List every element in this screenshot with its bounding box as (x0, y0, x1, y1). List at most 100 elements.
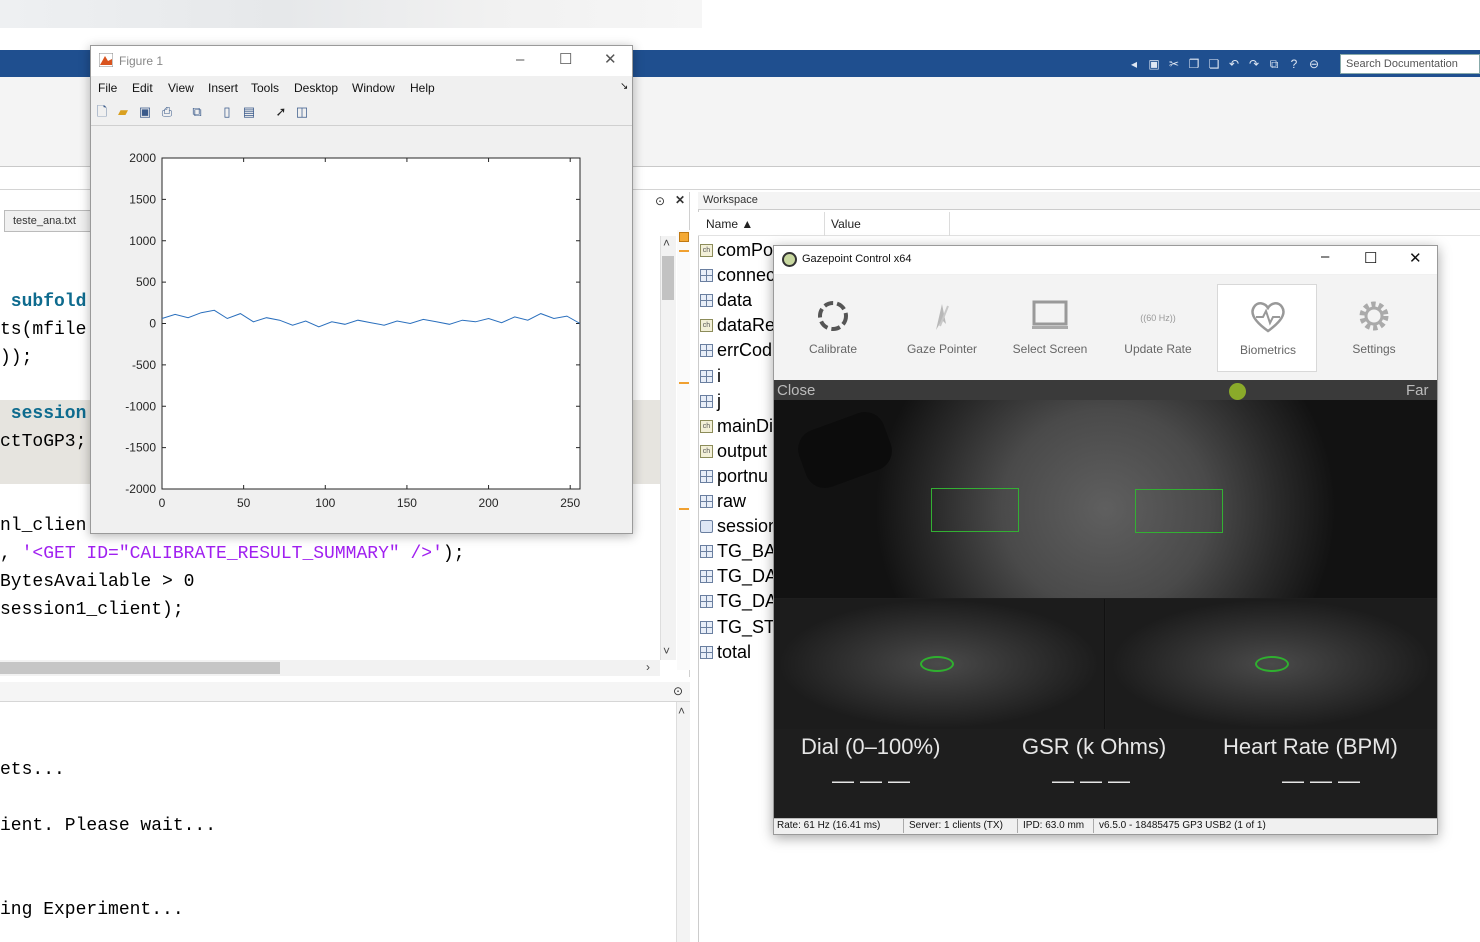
save-icon[interactable]: ▣ (137, 104, 153, 120)
dock-arrow-icon[interactable]: ↘ (620, 81, 628, 92)
array-variable-icon (700, 495, 713, 508)
help-icon[interactable]: ? (1286, 56, 1302, 72)
open-file-icon[interactable]: ▰ (115, 104, 131, 120)
workspace-variable-row[interactable]: errCod (700, 338, 772, 363)
line-plot[interactable]: 2000150010005000-500-1000-1500-20000 50 10… (91, 127, 632, 533)
workspace-variable-row[interactable]: ch dataRe (700, 313, 775, 338)
paste-icon[interactable]: ❏ (1206, 56, 1222, 72)
button-label: Update Rate (1124, 342, 1192, 356)
copy-icon[interactable]: ❐ (1186, 56, 1202, 72)
array-variable-icon (700, 394, 713, 408)
workspace-variable-row[interactable]: j (700, 389, 721, 414)
gaze-pointer-button[interactable]: Gaze Pointer (892, 284, 992, 372)
link-plot-icon[interactable]: ⧉ (189, 104, 205, 120)
panel-menu-icon[interactable]: ⊙ (655, 194, 665, 208)
maximize-icon[interactable]: ☐ (559, 50, 572, 68)
switch-windows-icon[interactable]: ⧉ (1266, 56, 1282, 72)
undo-icon[interactable]: ↶ (1226, 56, 1242, 72)
update-rate-button[interactable]: ((60 Hz)) Update Rate (1108, 284, 1208, 372)
x-tick-label: 250 (560, 496, 580, 510)
close-icon[interactable]: ✕ (1409, 249, 1422, 267)
menu-window[interactable]: Window (352, 81, 395, 95)
menu-desktop[interactable]: Desktop (294, 81, 338, 95)
workspace-variable-row[interactable]: ch comPo (700, 238, 773, 263)
workspace-title: Workspace (698, 192, 1480, 210)
workspace-variable-row[interactable]: total (700, 640, 751, 665)
menu-file[interactable]: File (98, 81, 117, 95)
code-marker[interactable] (679, 382, 689, 384)
select-screen-button[interactable]: Select Screen (1000, 284, 1100, 372)
code-line[interactable]: session1_client); (0, 600, 184, 620)
code-marker[interactable] (679, 250, 689, 252)
editor-tab[interactable]: teste_ana.txt (4, 210, 92, 232)
calibrate-button[interactable]: Calibrate (783, 284, 883, 372)
panel-menu-icon[interactable]: ⊙ (673, 684, 683, 698)
edit-plot-arrow-icon[interactable]: ➚ (273, 104, 289, 120)
editor-vertical-scroll-thumb[interactable] (662, 256, 674, 300)
y-tick-label: -2000 (125, 482, 156, 496)
status-server: Server: 1 clients (TX) (906, 819, 1018, 833)
biometrics-button[interactable]: Biometrics (1217, 284, 1317, 372)
editor-horizontal-scroll-thumb[interactable] (0, 662, 280, 674)
menu-insert[interactable]: Insert (208, 81, 238, 95)
scroll-up-icon[interactable]: ˄ (663, 236, 670, 250)
workspace-variable-row[interactable]: raw (700, 489, 746, 514)
scroll-down-icon[interactable]: ˅ (663, 644, 670, 658)
code-line[interactable]: subfold (0, 292, 87, 312)
scroll-right-icon[interactable]: › (646, 660, 650, 674)
new-figure-icon[interactable]: 🗋 (94, 104, 110, 120)
close-panel-icon[interactable]: ✕ (675, 193, 685, 207)
code-line[interactable]: ctToGP3; (0, 432, 86, 452)
workspace-variable-row[interactable]: ch output (700, 439, 767, 464)
code-line[interactable]: BytesAvailable > 0 (0, 572, 194, 592)
code-line[interactable]: ts(mfile (0, 320, 86, 340)
warning-indicator-icon[interactable] (679, 232, 689, 242)
minimize-icon[interactable]: – (516, 51, 524, 68)
code-string: '<GET ID="CALIBRATE_RESULT_SUMMARY" />' (21, 544, 443, 564)
legend-icon[interactable]: ▤ (241, 104, 257, 120)
workspace-variable-row[interactable]: portnu (700, 464, 768, 489)
command-vertical-scrollbar[interactable] (676, 702, 690, 942)
variable-name: comPo (717, 240, 774, 260)
maximize-icon[interactable]: ☐ (1364, 249, 1377, 267)
variable-name: mainDi (717, 415, 774, 436)
workspace-variable-row[interactable]: data (700, 288, 752, 313)
scroll-up-icon[interactable]: ˄ (678, 704, 685, 718)
variable-name: connec (717, 265, 776, 286)
x-tick-label: 200 (479, 496, 499, 510)
property-inspector-icon[interactable]: ◫ (294, 104, 310, 120)
code-line[interactable]: nl_clien (0, 516, 86, 536)
y-tick-label: 500 (136, 275, 156, 289)
menu-edit[interactable]: Edit (132, 81, 153, 95)
menu-help[interactable]: Help (410, 81, 435, 95)
column-header-name[interactable]: Name ▲ (700, 212, 825, 236)
column-header-value[interactable]: Value (825, 212, 950, 236)
search-documentation-input[interactable]: Search Documentation (1340, 54, 1480, 74)
collapse-icon[interactable]: ⊖ (1306, 56, 1322, 72)
menu-tools[interactable]: Tools (251, 81, 279, 95)
print-icon[interactable]: ⎙ (159, 104, 175, 120)
cut-icon[interactable]: ✂ (1166, 56, 1182, 72)
workspace-variable-row[interactable]: i (700, 364, 721, 389)
code-line[interactable]: session (0, 404, 87, 424)
workspace-variable-row[interactable]: connec (700, 263, 775, 288)
nav-left-icon[interactable]: ◂ (1126, 56, 1142, 72)
gazepoint-app-icon (782, 252, 797, 267)
workspace-variable-row[interactable]: ch mainDi (700, 414, 773, 439)
save-icon[interactable]: ▣ (1146, 56, 1162, 72)
code-marker[interactable] (679, 508, 689, 510)
figure-titlebar[interactable] (91, 46, 632, 76)
minimize-icon[interactable]: – (1321, 248, 1329, 265)
variable-name: session (717, 516, 779, 537)
x-tick-label: 0 (159, 496, 166, 510)
dial-label: Dial (0–100%) (801, 734, 941, 759)
redo-icon[interactable]: ↷ (1246, 56, 1262, 72)
workspace-variable-row[interactable]: session (700, 514, 778, 539)
code-line[interactable]: )); (0, 348, 32, 368)
range-far-label: Far (1406, 382, 1429, 399)
settings-button[interactable]: Settings (1324, 284, 1424, 372)
menu-view[interactable]: View (168, 81, 194, 95)
code-line[interactable]: , '<GET ID="CALIBRATE_RESULT_SUMMARY" />… (0, 544, 465, 564)
colorbar-icon[interactable]: ▯ (219, 104, 235, 120)
close-icon[interactable]: ✕ (604, 50, 617, 68)
